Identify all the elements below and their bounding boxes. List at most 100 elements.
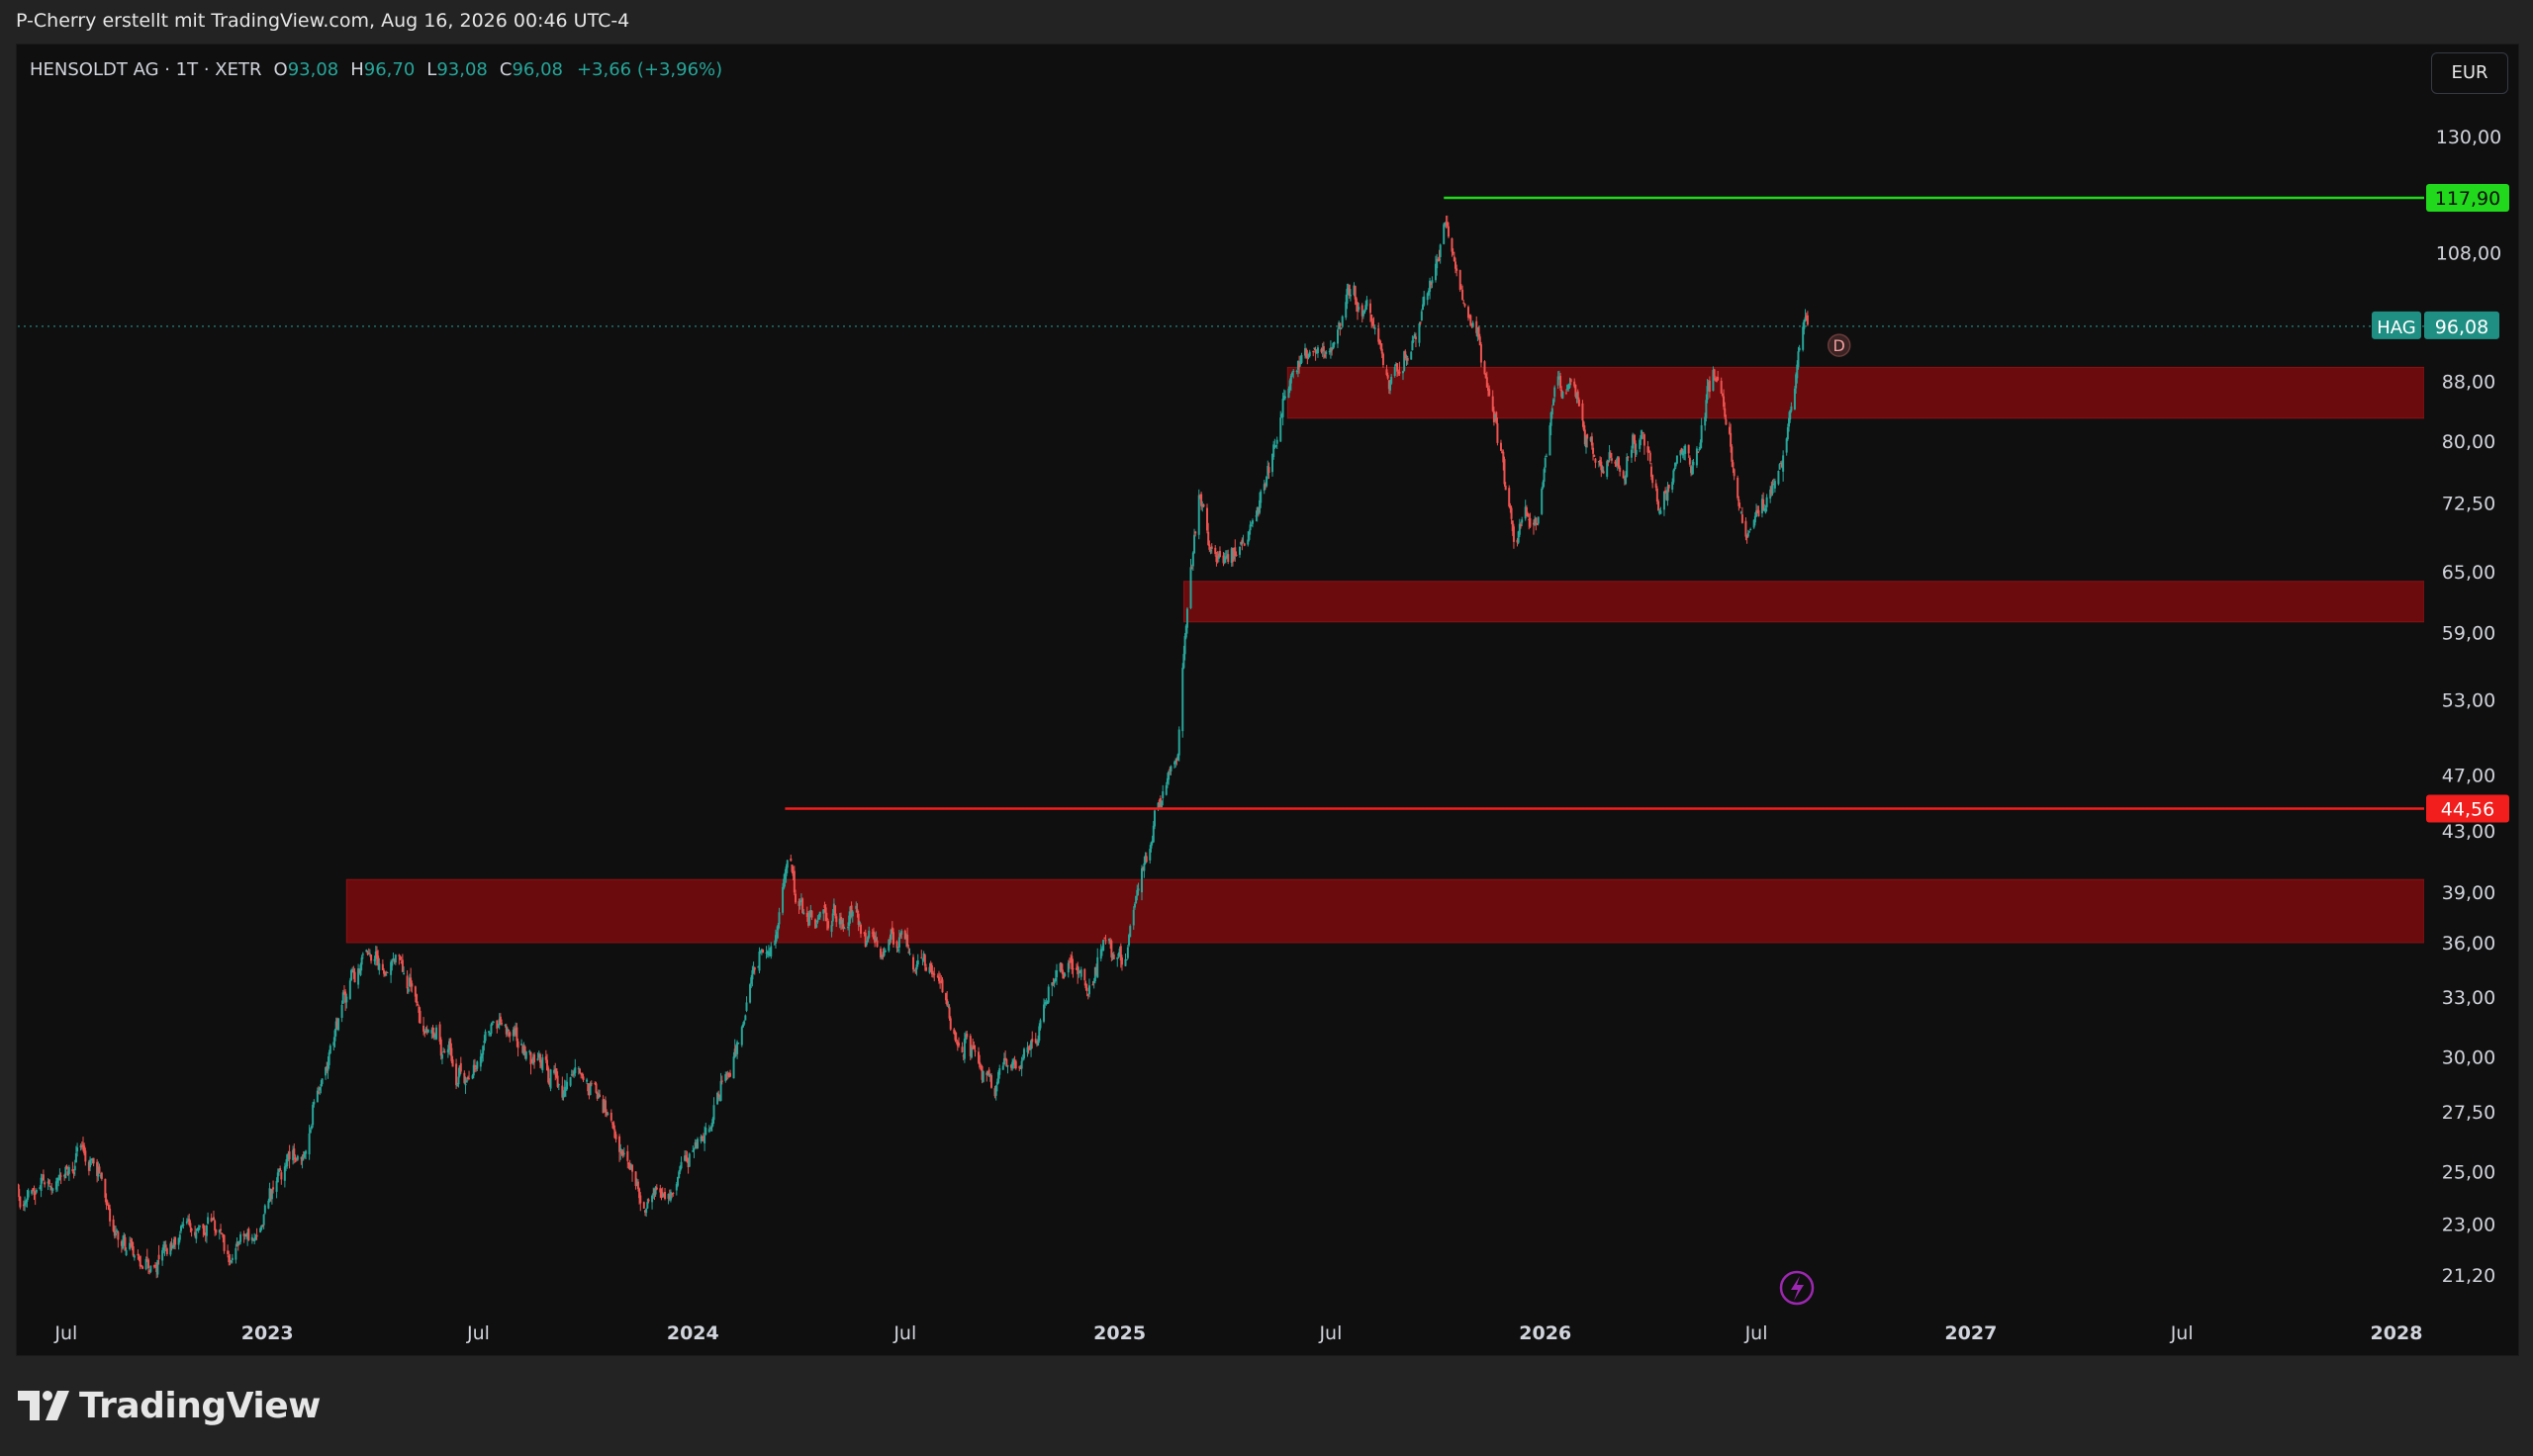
candle-body (73, 1165, 76, 1171)
candle-body (961, 1046, 964, 1053)
candle-body (1120, 956, 1123, 965)
candle-body (1443, 224, 1446, 244)
candle-body (272, 1187, 275, 1190)
candle-body (1322, 346, 1325, 352)
candle-body (1708, 380, 1711, 393)
candle-body (827, 921, 830, 929)
price-tick-label: 23,00 (2442, 1214, 2495, 1235)
candle-body (1512, 526, 1515, 542)
candle-body (141, 1266, 144, 1269)
candle-body (1471, 322, 1474, 326)
candle-body (1510, 507, 1513, 519)
candle-body (1153, 810, 1156, 827)
candle-body (1675, 455, 1678, 464)
candle-body (47, 1179, 50, 1185)
candle-body (941, 979, 944, 993)
candle-body (426, 1029, 429, 1033)
candle-body (1210, 546, 1213, 550)
candle-body (1431, 280, 1434, 284)
candle-body (100, 1172, 103, 1179)
candle-body (712, 1105, 715, 1121)
candle-body (1368, 303, 1371, 314)
candle-body (680, 1161, 683, 1169)
candle-body (672, 1192, 675, 1194)
candle-body (1541, 488, 1544, 514)
candle-body (501, 1023, 504, 1025)
candle-body (744, 1015, 747, 1021)
resistance-price-badge: 117,90 (2426, 184, 2509, 213)
price-tick-label: 43,00 (2442, 821, 2495, 843)
candle-body (1267, 467, 1270, 474)
candle-body (1738, 506, 1741, 508)
candle-body (778, 912, 781, 925)
close-label: C (499, 59, 513, 80)
candle-body (1488, 389, 1491, 396)
candle-body (1145, 856, 1148, 863)
low-value: 93,08 (436, 59, 488, 80)
candle-body (1235, 554, 1238, 557)
candle-body (868, 930, 871, 938)
candle-body (631, 1164, 634, 1172)
price-badge-label: 44,56 (2441, 799, 2494, 821)
candle-body (1177, 729, 1180, 756)
candle-body (1642, 434, 1645, 446)
candle-body (1483, 361, 1486, 375)
candle-body (353, 971, 356, 983)
candle-body (533, 1054, 536, 1062)
candle-body (27, 1190, 30, 1198)
candle-body (1773, 481, 1776, 489)
tradingview-logo[interactable]: TradingView (18, 1383, 321, 1428)
candle-body (182, 1224, 185, 1226)
candle-body (464, 1083, 467, 1086)
candle-body (443, 1051, 446, 1053)
candle-body (1308, 351, 1311, 357)
high-label: H (350, 59, 364, 80)
candle-body (1406, 357, 1409, 361)
candle-body (835, 916, 838, 923)
candle-body (614, 1134, 617, 1139)
candle-body (1096, 956, 1099, 978)
candle-body (1688, 457, 1691, 465)
candle-body (195, 1231, 198, 1239)
candle-body (1798, 347, 1801, 351)
candle-body (308, 1133, 311, 1154)
candle-body (1592, 447, 1595, 454)
symbol-name[interactable]: HENSOLDT AG · 1T · XETR (30, 59, 262, 80)
candle-body (1325, 351, 1328, 354)
candle-body (51, 1188, 54, 1191)
supply-demand-zone-1 (345, 878, 2424, 944)
currency-button[interactable]: EUR (2431, 52, 2508, 94)
candle-body (18, 1188, 21, 1198)
candle-body (1731, 446, 1734, 462)
candle-body (786, 860, 789, 868)
symbol-legend[interactable]: HENSOLDT AG · 1T · XETR O93,08 H96,70 L93,0… (30, 59, 722, 80)
candle-body (296, 1155, 299, 1160)
candle-body (770, 946, 773, 956)
candle-body (340, 1005, 343, 1018)
candle-body (313, 1101, 316, 1105)
ticker-badge-label: HAG (2377, 318, 2415, 338)
candle-body (566, 1081, 569, 1090)
candle-body (185, 1221, 188, 1224)
candle-body (933, 973, 936, 975)
candle-body (1398, 371, 1401, 374)
candle-body (280, 1172, 283, 1180)
supply-demand-zone-2 (1182, 581, 2424, 623)
candle-body (1447, 226, 1450, 237)
candle-body (1281, 399, 1284, 417)
candle-body (1102, 940, 1105, 952)
candle-body (19, 1196, 22, 1208)
candle-body (740, 1027, 743, 1046)
time-tick-label: 2028 (2371, 1322, 2423, 1344)
candle-body (44, 1182, 47, 1185)
candle-body (263, 1205, 266, 1214)
time-tick-label: Jul (1744, 1322, 1768, 1344)
candle-body (1260, 491, 1263, 503)
candle-body (1055, 970, 1058, 978)
candle-body (729, 1072, 732, 1077)
supply-demand-zone-3 (1286, 366, 2424, 419)
price-chart[interactable]: D 21,20 23,00 25,00 27,50 30,00 33,00 36,00 39,0… (0, 0, 2533, 1456)
candle-body (1771, 483, 1774, 494)
price-tick-label: 33,00 (2442, 987, 2495, 1009)
candle-body (1381, 353, 1384, 365)
